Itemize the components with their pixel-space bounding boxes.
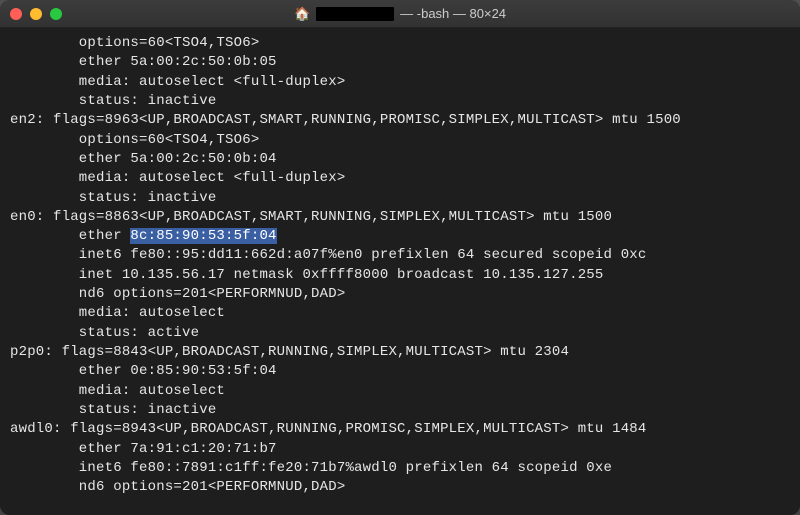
terminal-line: ether 0e:85:90:53:5f:04 xyxy=(10,363,277,379)
terminal-line: inet6 fe80::7891:c1ff:fe20:71b7%awdl0 pr… xyxy=(10,460,612,476)
minimize-icon[interactable] xyxy=(30,8,42,20)
terminal-line: media: autoselect <full-duplex> xyxy=(10,74,345,90)
terminal-line: options=60<TSO4,TSO6> xyxy=(10,132,259,148)
terminal-line: inet 10.135.56.17 netmask 0xffff8000 bro… xyxy=(10,267,604,283)
terminal-line: status: active xyxy=(10,325,199,341)
terminal-line: en0: flags=8863<UP,BROADCAST,SMART,RUNNI… xyxy=(10,209,612,225)
terminal-line: nd6 options=201<PERFORMNUD,DAD> xyxy=(10,479,345,495)
terminal-line: options=60<TSO4,TSO6> xyxy=(10,35,259,51)
redacted-username xyxy=(316,7,394,21)
terminal-line: status: inactive xyxy=(10,93,216,109)
selected-text[interactable]: 8c:85:90:53:5f:04 xyxy=(130,228,276,244)
terminal-output[interactable]: options=60<TSO4,TSO6> ether 5a:00:2c:50:… xyxy=(0,28,800,515)
window-title: 🏠 — -bash — 80×24 xyxy=(0,6,800,22)
terminal-line: inet6 fe80::95:dd11:662d:a07f%en0 prefix… xyxy=(10,247,647,263)
terminal-line: p2p0: flags=8843<UP,BROADCAST,RUNNING,SI… xyxy=(10,344,569,360)
terminal-line: media: autoselect <full-duplex> xyxy=(10,170,345,186)
home-icon: 🏠 xyxy=(294,6,310,22)
terminal-line: nd6 options=201<PERFORMNUD,DAD> xyxy=(10,286,345,302)
terminal-line: awdl0: flags=8943<UP,BROADCAST,RUNNING,P… xyxy=(10,421,647,437)
terminal-line: ether 7a:91:c1:20:71:b7 xyxy=(10,441,277,457)
terminal-line: status: inactive xyxy=(10,190,216,206)
window-controls xyxy=(10,8,62,20)
maximize-icon[interactable] xyxy=(50,8,62,20)
terminal-window: 🏠 — -bash — 80×24 options=60<TSO4,TSO6> … xyxy=(0,0,800,515)
terminal-line: ether 5a:00:2c:50:0b:04 xyxy=(10,151,277,167)
close-icon[interactable] xyxy=(10,8,22,20)
terminal-line: media: autoselect xyxy=(10,305,225,321)
terminal-line: ether 5a:00:2c:50:0b:05 xyxy=(10,54,277,70)
terminal-line: media: autoselect xyxy=(10,383,225,399)
titlebar: 🏠 — -bash — 80×24 xyxy=(0,0,800,28)
terminal-line: status: inactive xyxy=(10,402,216,418)
terminal-line: en2: flags=8963<UP,BROADCAST,SMART,RUNNI… xyxy=(10,112,681,128)
window-title-text: — -bash — 80×24 xyxy=(400,6,506,21)
terminal-line: ether 8c:85:90:53:5f:04 xyxy=(10,228,277,244)
